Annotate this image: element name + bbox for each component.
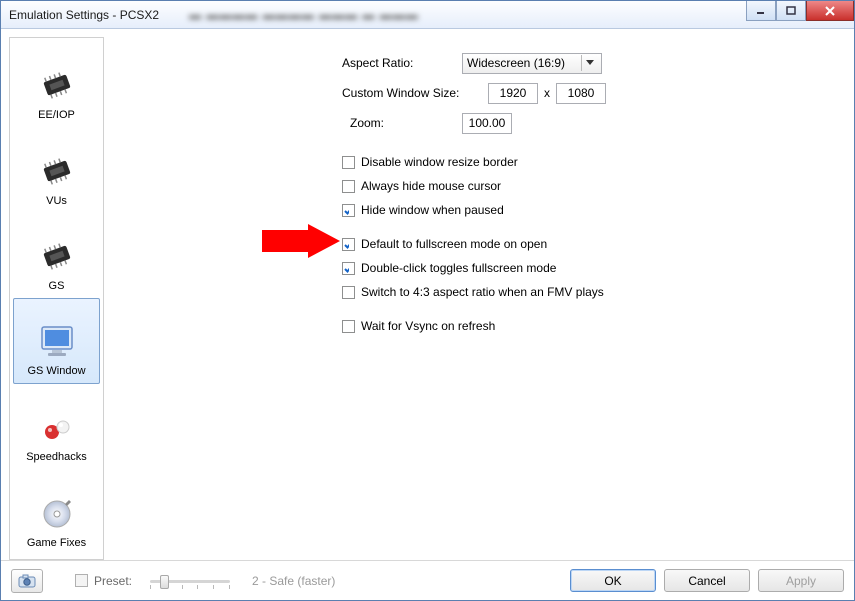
- disable-resize-label: Disable window resize border: [361, 155, 518, 169]
- sidebar-item-ee-iop[interactable]: EE/IOP: [10, 42, 103, 127]
- screenshot-button[interactable]: [11, 569, 43, 593]
- monitor-icon: [37, 321, 77, 361]
- zoom-label: Zoom:: [350, 116, 462, 130]
- preset-slider[interactable]: [150, 571, 230, 591]
- camera-icon: [18, 574, 36, 588]
- switch-43-checkbox[interactable]: [342, 286, 355, 299]
- default-fullscreen-checkbox[interactable]: [342, 238, 355, 251]
- disable-resize-checkbox[interactable]: [342, 156, 355, 169]
- cancel-button[interactable]: Cancel: [664, 569, 750, 592]
- hide-cursor-checkbox[interactable]: [342, 180, 355, 193]
- apply-button[interactable]: Apply: [758, 569, 844, 592]
- sidebar-item-gs[interactable]: GS: [10, 213, 103, 298]
- custom-height-input[interactable]: 1080: [556, 83, 606, 104]
- sidebar-item-vus[interactable]: VUs: [10, 127, 103, 212]
- settings-window: Emulation Settings - PCSX2 ▬ ▬▬▬▬ ▬▬▬▬ ▬…: [0, 0, 855, 601]
- sidebar-item-label: Game Fixes: [27, 537, 86, 549]
- gs-window-pane: Aspect Ratio: Widescreen (16:9) Custom W…: [112, 37, 846, 560]
- content-area: EE/IOP VUs GS GS Window: [1, 29, 854, 560]
- window-title: Emulation Settings - PCSX2: [9, 8, 159, 22]
- preset-checkbox[interactable]: [75, 574, 88, 587]
- disc-wrench-icon: [37, 493, 77, 533]
- titlebar-blurred-text: ▬ ▬▬▬▬ ▬▬▬▬ ▬▬▬ ▬ ▬▬▬: [189, 8, 419, 22]
- close-button[interactable]: [806, 1, 854, 21]
- speedhacks-icon: [37, 407, 77, 447]
- dblclick-fullscreen-label: Double-click toggles fullscreen mode: [361, 261, 556, 275]
- window-controls: [746, 1, 854, 21]
- hide-cursor-label: Always hide mouse cursor: [361, 179, 501, 193]
- chip-icon: [37, 65, 77, 105]
- annotation-arrow-icon: [262, 224, 342, 258]
- sidebar-item-label: Speedhacks: [26, 451, 87, 463]
- sidebar-item-game-fixes[interactable]: Game Fixes: [10, 469, 103, 554]
- sidebar-item-label: GS: [49, 280, 65, 292]
- ok-button[interactable]: OK: [570, 569, 656, 592]
- custom-size-label: Custom Window Size:: [342, 86, 462, 100]
- aspect-ratio-select[interactable]: Widescreen (16:9): [462, 53, 602, 74]
- sidebar-item-label: VUs: [46, 195, 67, 207]
- preset-checkbox-group: Preset:: [75, 574, 132, 588]
- chip-icon: [37, 236, 77, 276]
- hide-paused-label: Hide window when paused: [361, 203, 504, 217]
- sidebar-item-speedhacks[interactable]: Speedhacks: [10, 384, 103, 469]
- chevron-down-icon: [581, 55, 597, 71]
- preset-label: Preset:: [94, 574, 132, 588]
- bottom-bar: Preset: 2 - Safe (faster) OK Cancel Appl…: [1, 560, 854, 600]
- aspect-ratio-value: Widescreen (16:9): [467, 56, 565, 70]
- dimension-x: x: [544, 86, 550, 100]
- aspect-ratio-label: Aspect Ratio:: [342, 56, 462, 70]
- custom-width-input[interactable]: 1920: [488, 83, 538, 104]
- preset-value-label: 2 - Safe (faster): [252, 574, 335, 588]
- sidebar-item-gs-window[interactable]: GS Window: [13, 298, 100, 384]
- titlebar: Emulation Settings - PCSX2 ▬ ▬▬▬▬ ▬▬▬▬ ▬…: [1, 1, 854, 29]
- maximize-button[interactable]: [776, 1, 806, 21]
- sidebar: EE/IOP VUs GS GS Window: [9, 37, 104, 560]
- vsync-label: Wait for Vsync on refresh: [361, 319, 495, 333]
- slider-thumb[interactable]: [160, 575, 169, 589]
- hide-paused-checkbox[interactable]: [342, 204, 355, 217]
- minimize-button[interactable]: [746, 1, 776, 21]
- sidebar-item-label: GS Window: [27, 365, 85, 377]
- vsync-checkbox[interactable]: [342, 320, 355, 333]
- dblclick-fullscreen-checkbox[interactable]: [342, 262, 355, 275]
- switch-43-label: Switch to 4:3 aspect ratio when an FMV p…: [361, 285, 604, 299]
- chip-icon: [37, 151, 77, 191]
- zoom-input[interactable]: 100.00: [462, 113, 512, 134]
- sidebar-item-label: EE/IOP: [38, 109, 75, 121]
- default-fullscreen-label: Default to fullscreen mode on open: [361, 237, 547, 251]
